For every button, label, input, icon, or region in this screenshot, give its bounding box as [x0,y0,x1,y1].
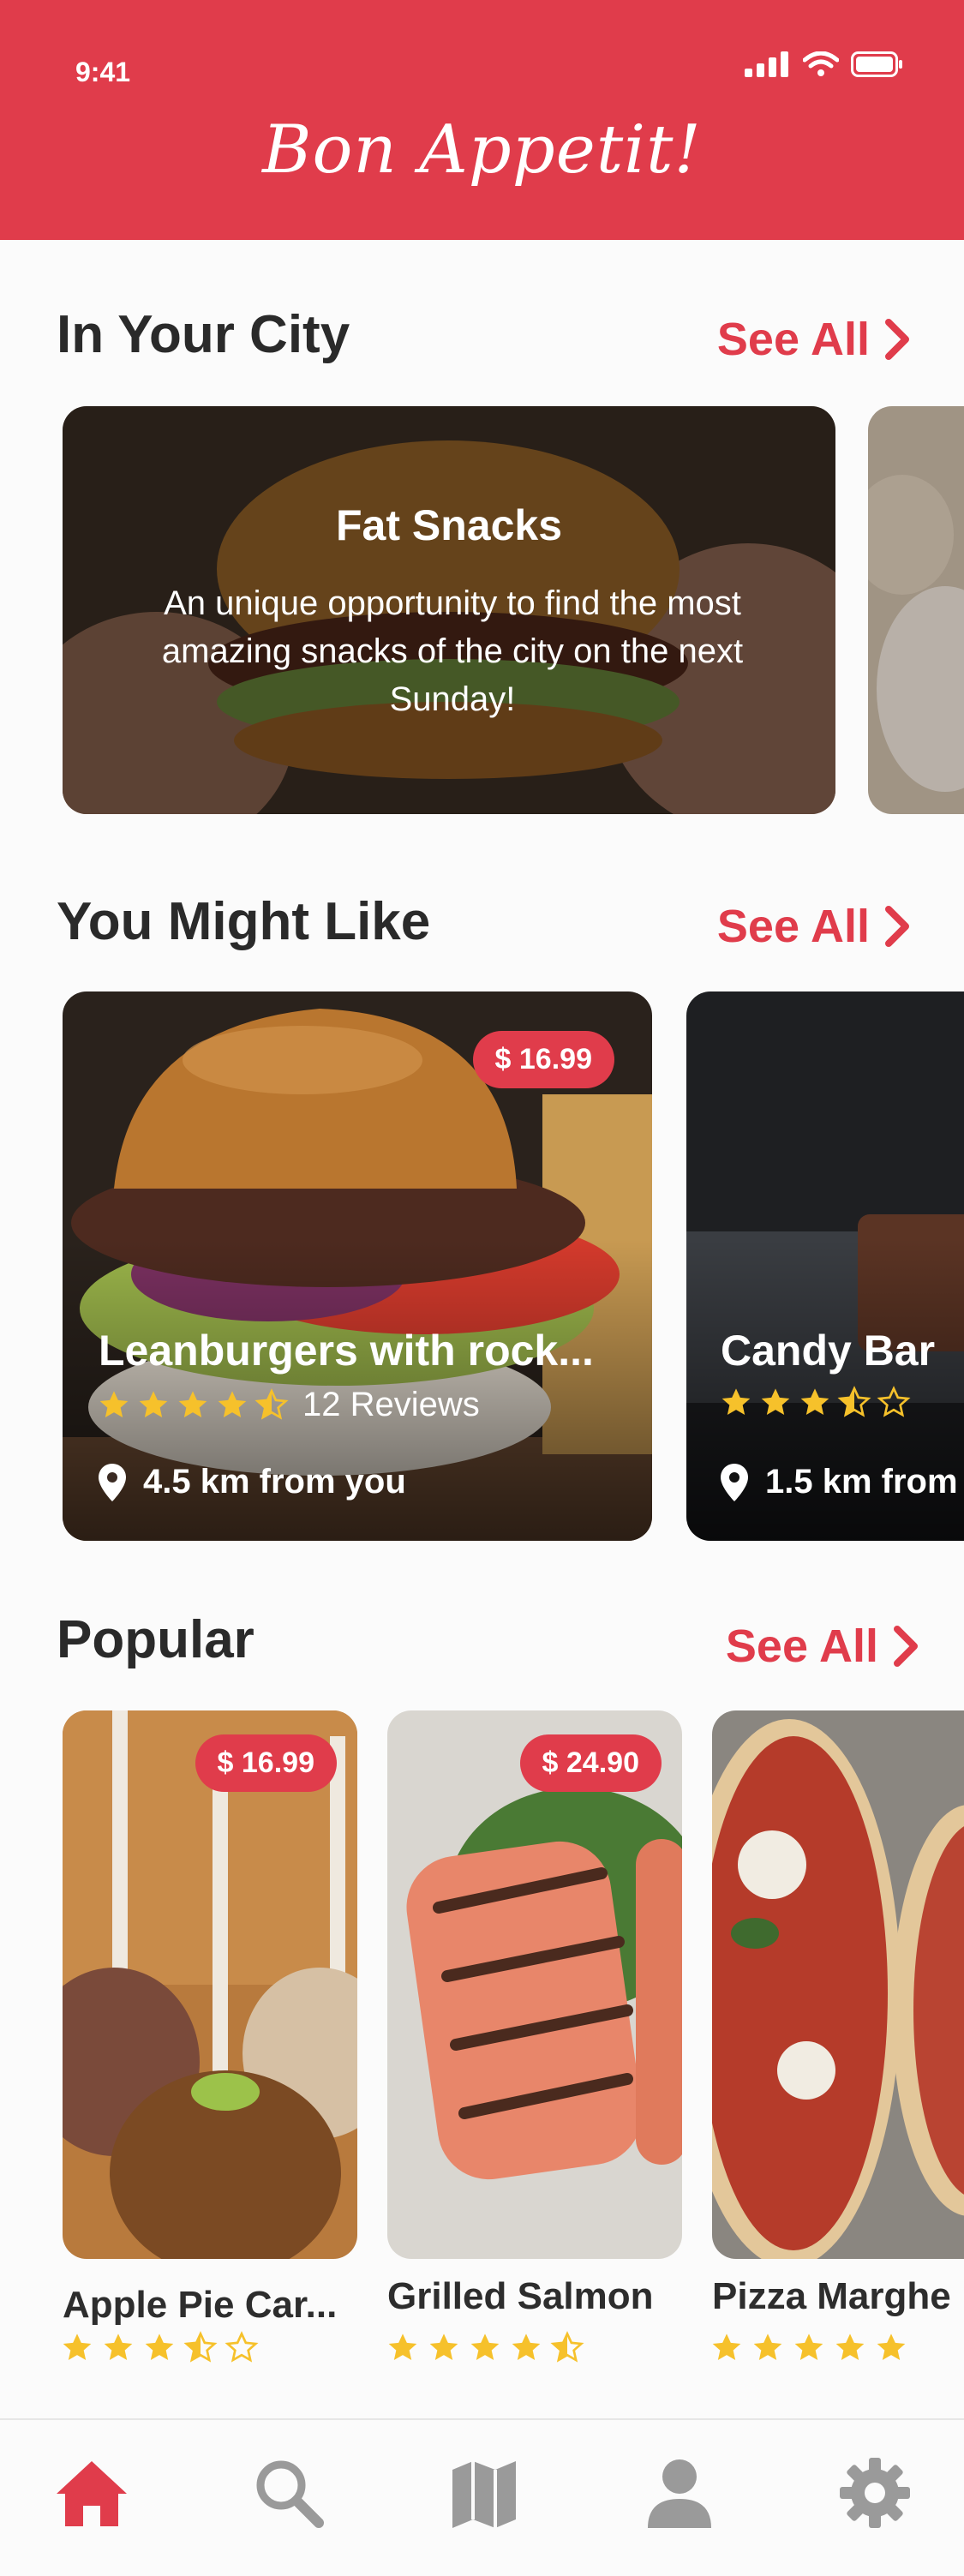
price-badge: $ 16.99 [472,1031,614,1088]
pizza-photo [712,1710,964,2259]
search-icon[interactable] [250,2454,327,2531]
star-full-icon [761,1388,790,1415]
price-badge: $ 24.90 [519,1734,662,1792]
popular-card-grilled-salmon[interactable]: $ 24.90 [387,1710,682,2259]
star-full-icon [145,2333,174,2360]
rating-stars: 12 Reviews [97,1386,480,1424]
rating-stars [710,2331,908,2365]
see-all-like-button[interactable]: See All [717,900,913,953]
settings-icon[interactable] [836,2454,913,2531]
battery-icon [851,51,902,77]
star-full-icon [104,2333,133,2360]
star-full-icon [722,1388,751,1415]
food-card-candy-bar[interactable]: Candy Bar 1.5 km from [686,991,964,1541]
status-time: 9:41 [75,57,131,87]
section-title-popular: Popular [57,1610,254,1669]
star-full-icon [429,2333,458,2360]
star-full-icon [139,1390,168,1417]
event-description: An unique opportunity to find the most a… [161,584,744,718]
event-card-next[interactable] [868,406,964,814]
review-count: 12 Reviews [302,1386,480,1423]
distance-text: 1.5 km from [765,1463,958,1501]
wifi-icon [803,51,839,76]
star-full-icon [712,2333,741,2360]
rating-stars [719,1386,911,1420]
star-half-icon [183,2331,218,2363]
star-full-icon [835,2333,865,2360]
signal-icon [745,51,788,77]
section-title-city: In Your City [57,305,350,364]
price-badge: $ 16.99 [195,1734,337,1792]
see-all-label: See All [716,901,870,952]
chevron-right-icon [885,319,909,360]
star-half-icon [254,1387,289,1420]
caramel-apple-photo [63,1710,357,2259]
see-all-label: See All [725,1620,878,1672]
app-brand-title: Bon Appetit! [262,111,702,189]
star-empty-icon [877,1386,911,1417]
star-full-icon [178,1390,207,1417]
star-full-icon [753,2333,782,2360]
chevron-right-icon [885,906,909,947]
status-icons [745,51,904,77]
see-all-city-button[interactable]: See All [717,313,913,366]
food-name: Leanburgers with rock... [99,1327,594,1375]
popular-card-apple-pie[interactable]: $ 16.99 [63,1710,357,2259]
bottom-tab-bar [0,2418,964,2576]
star-full-icon [99,1390,129,1417]
popular-item-name: Grilled Salmon [387,2275,654,2317]
star-full-icon [877,2333,906,2360]
food-card-leanburgers[interactable]: $ 16.99 Leanburgers with rock... 12 Revi… [63,991,652,1541]
location-pin-icon [99,1463,126,1501]
chevron-right-icon [894,1626,918,1667]
star-empty-icon [225,2331,259,2363]
star-full-icon [388,2333,417,2360]
map-icon[interactable] [446,2454,523,2531]
star-half-icon [550,2331,584,2363]
profile-icon[interactable] [641,2454,718,2531]
food-name: Candy Bar [721,1327,936,1375]
location-pin-icon [721,1463,748,1501]
distance-info: 1.5 km from [721,1463,958,1501]
section-title-like: You Might Like [57,892,431,951]
star-full-icon [800,1388,829,1415]
distance-text: 4.5 km from you [143,1463,406,1501]
star-half-icon [837,1386,871,1417]
star-full-icon [218,1390,247,1417]
popular-item-name: Apple Pie Car... [63,2284,338,2326]
rating-stars [60,2331,259,2365]
see-all-label: See All [716,314,870,365]
star-full-icon [63,2333,92,2360]
rating-stars [386,2331,584,2365]
salmon-photo [387,1710,682,2259]
see-all-popular-button[interactable]: See All [726,1620,921,1673]
star-full-icon [512,2333,541,2360]
app-header: 9:41 Bon Appetit! [0,0,964,240]
event-title: Fat Snacks [335,501,562,549]
distance-info: 4.5 km from you [99,1463,406,1501]
star-full-icon [794,2333,823,2360]
popular-item-name: Pizza Marghe [712,2275,951,2317]
event-card-fat-snacks[interactable]: Fat Snacks An unique opportunity to find… [63,406,835,814]
star-full-icon [470,2333,500,2360]
home-icon[interactable] [53,2454,130,2531]
popular-card-pizza[interactable] [712,1710,964,2259]
